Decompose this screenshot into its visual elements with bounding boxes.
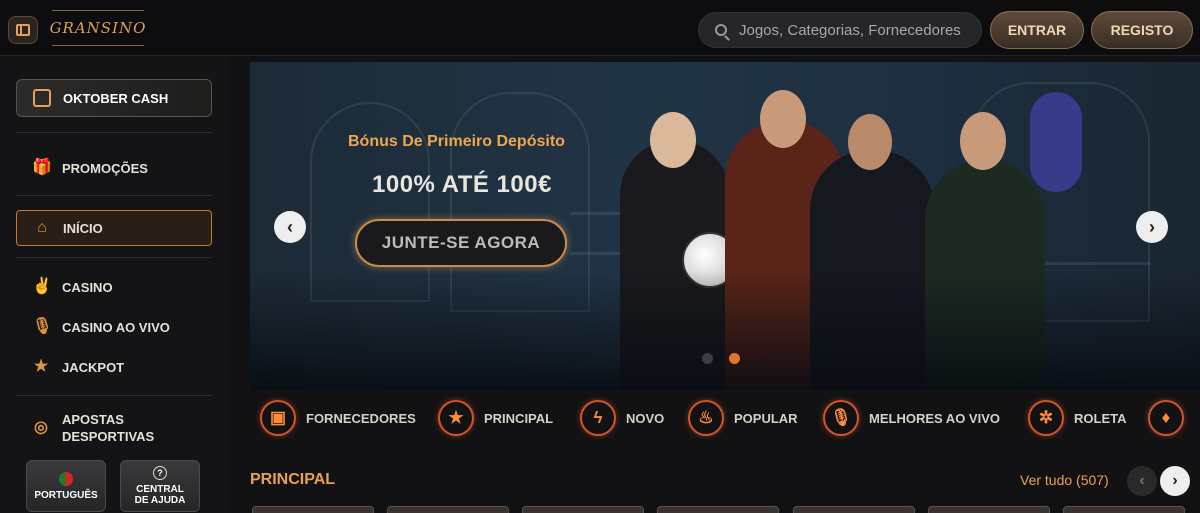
search-bar[interactable] <box>698 12 982 48</box>
oktober-cash-label: OKTOBER CASH <box>63 90 169 106</box>
sidebar-item-jackpot[interactable]: ★ JACKPOT <box>16 349 212 385</box>
basketball-icon: ◎ <box>34 419 48 436</box>
sidebar: OKTOBER CASH 🎁 PROMOÇÕES ⌂ INÍCIO ✌ CASI… <box>0 57 228 513</box>
microphone-icon: 🎙 <box>823 400 859 436</box>
game-thumbnail[interactable] <box>522 506 644 513</box>
star-icon: ★ <box>438 400 474 436</box>
sidebar-item-label: CASINO AO VIVO <box>62 319 170 335</box>
banner-next-button[interactable]: › <box>1136 211 1168 243</box>
language-label: PORTUGUÊS <box>34 489 98 501</box>
sidebar-item-label: CASINO <box>62 279 113 295</box>
category-popular[interactable]: ♨ POPULAR <box>688 390 798 446</box>
divider <box>16 195 212 196</box>
category-label: PRINCIPAL <box>484 410 554 426</box>
slide-indicator[interactable] <box>702 353 713 364</box>
game-thumbnail[interactable] <box>252 506 374 513</box>
slot-machine-icon: ▣ <box>260 400 296 436</box>
chevron-left-icon: ‹ <box>287 216 293 237</box>
game-thumbnail[interactable] <box>387 506 509 513</box>
chevron-right-icon: › <box>1149 216 1155 237</box>
promo-banner[interactable]: Bónus De Primeiro Depósito 100% ATÉ 100€… <box>250 62 1200 390</box>
jackpot-win-icon: ★ <box>33 358 49 375</box>
section-next-button[interactable]: › <box>1160 466 1190 496</box>
gift-icon: 🎁 <box>32 159 52 176</box>
see-all-link[interactable]: Ver tudo (507) <box>1020 472 1109 488</box>
portugal-flag-icon <box>59 471 73 486</box>
category-label: NOVO <box>626 410 665 426</box>
chevron-right-icon: › <box>1172 472 1178 489</box>
game-thumbnail[interactable] <box>1063 506 1185 513</box>
slide-indicator-active[interactable] <box>729 353 740 364</box>
help-icon: ? <box>153 466 167 480</box>
category-partial-icon: ♦ <box>1148 400 1184 436</box>
sidebar-item-apostas-desportivas[interactable]: ◎ APOSTAS DESPORTIVAS <box>16 408 212 448</box>
category-label: ROLETA <box>1074 410 1127 426</box>
section-prev-button[interactable]: ‹ <box>1127 466 1157 496</box>
sidebar-item-label: PROMOÇÕES <box>62 160 148 176</box>
microphone-icon: 🎙 <box>32 318 53 335</box>
category-roleta[interactable]: ✲ ROLETA <box>1028 390 1126 446</box>
beer-mug-icon <box>33 89 51 107</box>
category-label: MELHORES AO VIVO <box>869 410 1000 426</box>
sidebar-item-label: APOSTAS DESPORTIVAS <box>62 412 155 444</box>
game-thumbnail[interactable] <box>657 506 779 513</box>
category-label: FORNECEDORES <box>306 410 416 426</box>
sidebar-item-promocoes[interactable]: 🎁 PROMOÇÕES <box>16 150 212 186</box>
search-icon <box>715 24 727 36</box>
divider <box>16 395 212 396</box>
register-button[interactable]: REGISTO <box>1091 11 1193 49</box>
banner-subtitle: 100% ATÉ 100€ <box>372 171 552 198</box>
sidebar-toggle-button[interactable] <box>8 16 38 44</box>
category-label: POPULAR <box>734 410 798 426</box>
sidebar-item-label: INÍCIO <box>63 220 103 236</box>
home-icon: ⌂ <box>37 219 47 236</box>
category-fornecedores[interactable]: ▣ FORNECEDORES <box>260 390 416 446</box>
sidebar-item-casino-ao-vivo[interactable]: 🎙 CASINO AO VIVO <box>16 309 212 345</box>
divider <box>16 257 212 258</box>
game-thumbnail[interactable] <box>793 506 915 513</box>
rock-hand-icon: ✌ <box>32 278 52 295</box>
section-title: PRINCIPAL <box>250 471 336 488</box>
join-now-button[interactable]: JUNTE-SE AGORA <box>355 219 567 267</box>
game-thumbnail[interactable] <box>928 506 1050 513</box>
category-bar: ▣ FORNECEDORES ★ PRINCIPAL ϟ NOVO ♨ POPU… <box>250 390 1200 446</box>
roulette-icon: ✲ <box>1028 400 1064 436</box>
category-partial[interactable]: ♦ <box>1148 390 1194 446</box>
lightning-icon: ϟ <box>580 400 616 436</box>
help-center-button[interactable]: ? CENTRAL DE AJUDA <box>120 460 200 512</box>
banner-title: Bónus De Primeiro Depósito <box>348 133 565 150</box>
sidebar-item-label: JACKPOT <box>62 359 125 375</box>
foam-finger-icon <box>1030 92 1082 192</box>
search-input[interactable] <box>739 21 969 39</box>
language-button[interactable]: PORTUGUÊS <box>26 460 106 512</box>
help-center-label: CENTRAL DE AJUDA <box>134 484 186 506</box>
top-header: GRANSINO ENTRAR REGISTO <box>0 0 1200 56</box>
login-button[interactable]: ENTRAR <box>990 11 1084 49</box>
chevron-left-icon: ‹ <box>1139 472 1145 489</box>
fire-icon: ♨ <box>688 400 724 436</box>
sidebar-item-inicio[interactable]: ⌂ INÍCIO <box>16 210 212 246</box>
banner-prev-button[interactable]: ‹ <box>274 211 306 243</box>
category-melhores-ao-vivo[interactable]: 🎙 MELHORES AO VIVO <box>823 390 1000 446</box>
category-principal[interactable]: ★ PRINCIPAL <box>438 390 553 446</box>
oktober-cash-promo[interactable]: OKTOBER CASH <box>16 79 212 117</box>
divider <box>16 132 212 133</box>
sidebar-item-casino[interactable]: ✌ CASINO <box>16 269 212 305</box>
category-novo[interactable]: ϟ NOVO <box>580 390 664 446</box>
banner-floor-shade <box>250 270 1200 390</box>
site-logo[interactable]: GRANSINO <box>50 10 145 46</box>
sidebar-toggle-icon <box>16 24 30 36</box>
